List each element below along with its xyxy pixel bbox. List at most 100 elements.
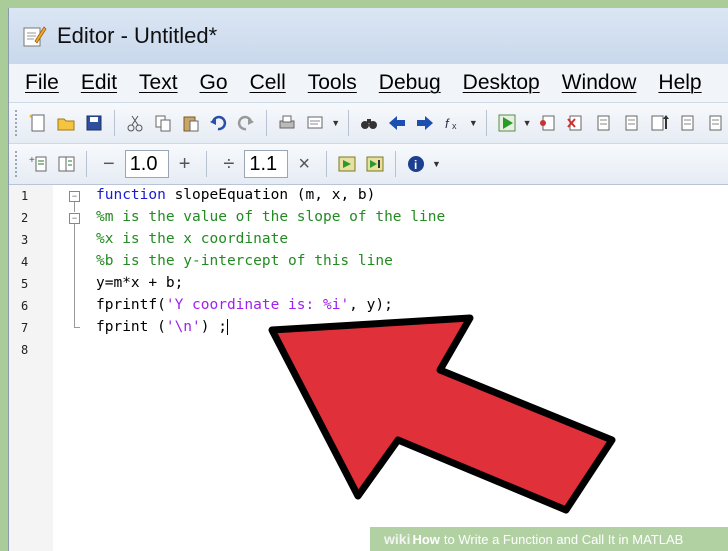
toolbar-separator bbox=[206, 151, 208, 177]
fold-line bbox=[74, 224, 75, 328]
keyword-function: function bbox=[96, 187, 166, 203]
toolbar-separator bbox=[266, 110, 268, 136]
comment-icon[interactable] bbox=[303, 111, 327, 135]
forward-arrow-icon[interactable] bbox=[413, 111, 437, 135]
continue-icon[interactable] bbox=[675, 111, 699, 135]
code-text: fprint ( bbox=[96, 319, 166, 335]
run-icon[interactable] bbox=[495, 111, 519, 135]
toolbar-grip[interactable] bbox=[15, 110, 20, 136]
print-icon[interactable] bbox=[275, 111, 299, 135]
watermark-how: How bbox=[412, 531, 440, 547]
watermark-footer: wiki How to Write a Function and Call It… bbox=[370, 527, 728, 551]
cell-toolbar: + − 1.0 + ÷ 1.1 × i ▼ bbox=[9, 144, 728, 185]
evaluate-advance-icon[interactable] bbox=[363, 152, 387, 176]
line-number: 5 bbox=[21, 277, 29, 291]
line-number: 8 bbox=[21, 343, 29, 357]
code-text: slopeEquation (m, x, b) bbox=[165, 187, 376, 203]
fold-toggle-icon[interactable]: − bbox=[69, 213, 80, 224]
dropdown-arrow-icon[interactable]: ▼ bbox=[523, 118, 532, 128]
cell-options-icon[interactable] bbox=[54, 152, 78, 176]
menu-cell[interactable]: Cell bbox=[250, 71, 286, 95]
string-literal: 'Y coordinate is: %i' bbox=[165, 297, 350, 313]
editor-icon bbox=[21, 24, 47, 48]
menu-go[interactable]: Go bbox=[200, 71, 228, 95]
open-folder-icon[interactable] bbox=[54, 111, 78, 135]
toolbar-separator bbox=[113, 110, 115, 136]
menu-help[interactable]: Help bbox=[658, 71, 701, 95]
svg-text:x: x bbox=[452, 121, 457, 131]
new-file-icon[interactable]: * bbox=[26, 111, 50, 135]
window-title: Editor - Untitled* bbox=[57, 23, 218, 48]
fold-column: − − bbox=[53, 185, 87, 551]
menu-text[interactable]: Text bbox=[139, 71, 178, 95]
line-number: 6 bbox=[21, 299, 29, 313]
divide-button[interactable]: ÷ bbox=[223, 153, 234, 176]
toolbar-separator bbox=[86, 151, 87, 177]
line-number-gutter: 1 2 3 4 5 6 7 8 bbox=[9, 185, 54, 551]
fold-toggle-icon[interactable]: − bbox=[69, 191, 80, 202]
dropdown-arrow-icon[interactable]: ▼ bbox=[331, 118, 340, 128]
text-cursor bbox=[226, 319, 228, 335]
code-line-4: %b is the y-intercept of this line bbox=[96, 253, 393, 269]
line-number: 1 bbox=[21, 189, 29, 203]
code-line-2: %m is the value of the slope of the line bbox=[96, 209, 446, 225]
breakpoint-icon[interactable] bbox=[536, 111, 560, 135]
menu-debug[interactable]: Debug bbox=[379, 71, 441, 95]
menu-desktop[interactable]: Desktop bbox=[463, 71, 540, 95]
code-text: ) ; bbox=[200, 319, 227, 335]
multiply-button[interactable]: × bbox=[298, 153, 310, 176]
code-line-3: %x is the x coordinate bbox=[96, 231, 289, 247]
line-number: 3 bbox=[21, 233, 29, 247]
multiplier-value-field[interactable]: 1.1 bbox=[244, 150, 289, 178]
back-arrow-icon[interactable] bbox=[385, 111, 409, 135]
svg-text:f: f bbox=[445, 116, 450, 131]
code-text: fprintf( bbox=[96, 297, 166, 313]
step-icon[interactable] bbox=[591, 111, 615, 135]
svg-text:i: i bbox=[414, 158, 417, 172]
code-line-5: y=m*x + b; bbox=[96, 275, 184, 291]
find-icon[interactable] bbox=[357, 111, 381, 135]
clear-breakpoint-icon[interactable] bbox=[564, 111, 588, 135]
code-line-1: function slopeEquation (m, x, b) bbox=[96, 187, 375, 203]
increment-button[interactable]: + bbox=[179, 153, 191, 176]
toolbar-separator bbox=[485, 110, 487, 136]
svg-text:*: * bbox=[29, 113, 33, 123]
undo-icon[interactable] bbox=[207, 111, 231, 135]
code-line-7: fprint ('\n') ; bbox=[96, 319, 228, 335]
menu-tools[interactable]: Tools bbox=[308, 71, 357, 95]
evaluate-cell-icon[interactable] bbox=[335, 152, 359, 176]
step-in-icon[interactable] bbox=[619, 111, 643, 135]
line-number: 4 bbox=[21, 255, 29, 269]
help-info-icon[interactable]: i bbox=[404, 152, 428, 176]
code-editor[interactable]: 1 2 3 4 5 6 7 8 − − function slopeEquati… bbox=[9, 185, 728, 551]
code-line-6: fprintf('Y coordinate is: %i', y); bbox=[96, 297, 393, 313]
dropdown-arrow-icon[interactable]: ▼ bbox=[469, 118, 478, 128]
save-icon[interactable] bbox=[82, 111, 106, 135]
function-icon[interactable]: fx bbox=[441, 111, 465, 135]
toolbar-grip[interactable] bbox=[15, 151, 20, 177]
paste-icon[interactable] bbox=[179, 111, 203, 135]
string-literal: '\n' bbox=[165, 319, 201, 335]
decrement-button[interactable]: − bbox=[103, 153, 115, 176]
exit-debug-icon[interactable] bbox=[703, 111, 727, 135]
menu-window[interactable]: Window bbox=[562, 71, 637, 95]
fold-end-mark bbox=[74, 327, 80, 328]
wiki-logo-text: wiki bbox=[384, 531, 411, 547]
title-bar: Editor - Untitled* bbox=[9, 8, 728, 65]
line-number: 2 bbox=[21, 211, 29, 225]
step-out-icon[interactable] bbox=[647, 111, 671, 135]
toolbar-separator bbox=[326, 151, 328, 177]
menu-edit[interactable]: Edit bbox=[81, 71, 117, 95]
copy-icon[interactable] bbox=[151, 111, 175, 135]
main-toolbar: * ▼ fx ▼ ▼ bbox=[9, 102, 728, 144]
toolbar-separator bbox=[348, 110, 350, 136]
insert-cell-icon[interactable]: + bbox=[26, 152, 50, 176]
line-number: 7 bbox=[21, 321, 29, 335]
increment-value-field[interactable]: 1.0 bbox=[124, 150, 169, 178]
watermark-title: to Write a Function and Call It in MATLA… bbox=[443, 531, 684, 547]
svg-text:+: + bbox=[29, 155, 35, 166]
redo-icon[interactable] bbox=[234, 111, 258, 135]
menu-file[interactable]: File bbox=[25, 71, 59, 95]
cut-icon[interactable] bbox=[123, 111, 147, 135]
dropdown-arrow-icon[interactable]: ▼ bbox=[432, 159, 441, 169]
